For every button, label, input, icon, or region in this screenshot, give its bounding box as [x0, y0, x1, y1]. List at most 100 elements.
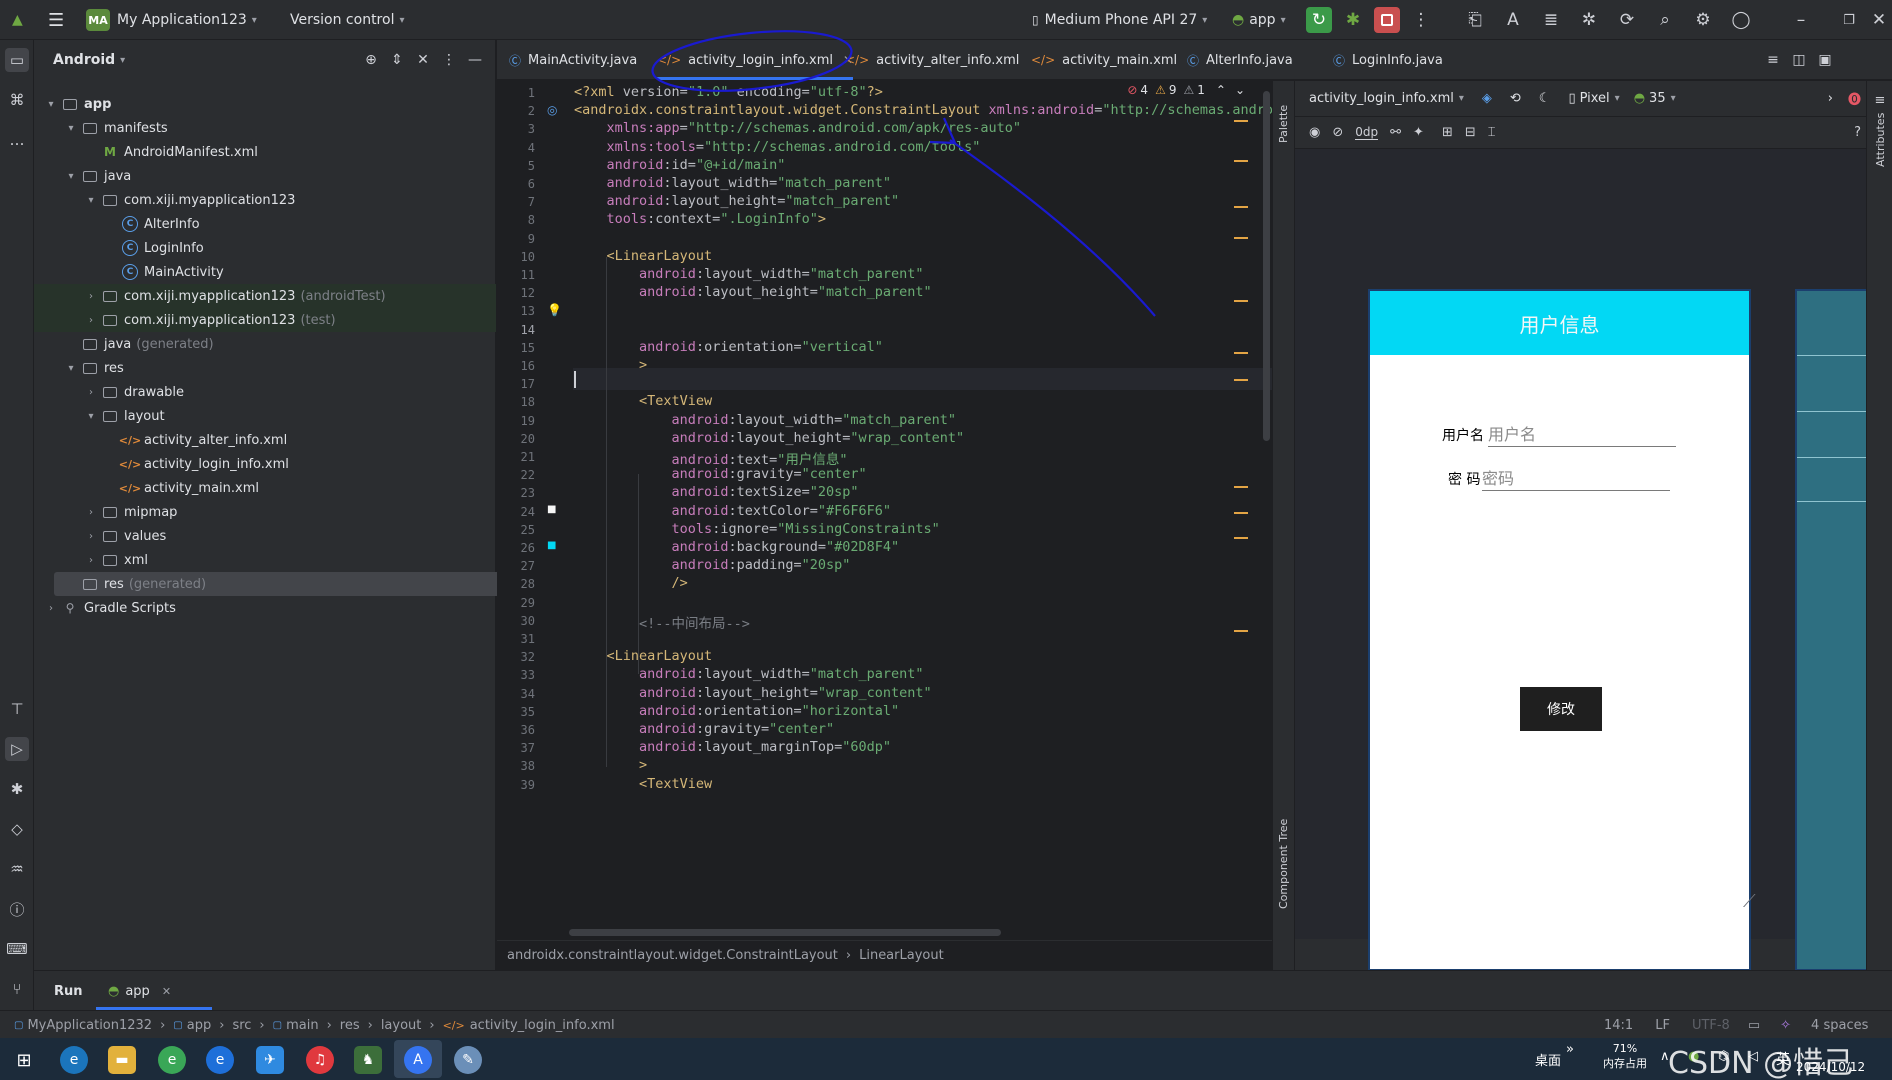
chevron-right-icon[interactable]: › — [84, 291, 98, 302]
tree-item[interactable]: </> activity_login_info.xml — [34, 452, 496, 476]
code-line[interactable]: <LinearLayout — [574, 248, 713, 264]
chevron-right-icon[interactable]: › — [1828, 91, 1833, 106]
desktop-toolbar[interactable]: 桌面 — [1535, 1050, 1561, 1069]
close-icon[interactable]: ✕ — [162, 985, 171, 998]
tree-item[interactable]: </> activity_alter_info.xml — [34, 428, 496, 452]
design-canvas[interactable]: 用户信息 用户名 用户名 密 码 密码 修改 ⟋ — [1295, 149, 1869, 1011]
file-encoding[interactable]: UTF-8 — [1692, 1018, 1730, 1033]
tree-item[interactable]: › mipmap — [34, 500, 496, 524]
status-path-item[interactable]: app — [187, 1018, 211, 1033]
git-icon[interactable]: ⑂ — [5, 977, 29, 1001]
resize-handle-icon[interactable]: ⟋ — [1743, 891, 1756, 912]
tree-item[interactable]: ▾ com.xiji.myapplication123 — [34, 188, 496, 212]
chevron-down-icon[interactable]: ▾ — [84, 411, 98, 422]
tree-item[interactable]: res (generated) — [54, 572, 504, 596]
split-view-icon[interactable]: ◫ — [1786, 47, 1812, 73]
tree-item[interactable]: › com.xiji.myapplication123 (androidTest) — [34, 284, 496, 308]
paint-app-icon[interactable]: ✎ — [454, 1046, 482, 1074]
preview-header[interactable]: 用户信息 — [1370, 291, 1749, 355]
blueprint-preview[interactable] — [1795, 289, 1869, 971]
preview-device-selector[interactable]: Pixel — [1580, 91, 1610, 106]
code-line[interactable]: android:layout_width="match_parent" — [574, 412, 957, 428]
tree-item[interactable]: › xml — [34, 548, 496, 572]
code-line[interactable]: <?xml version="1.0" encoding="utf-8"?> — [574, 84, 883, 100]
resource-manager-icon[interactable]: ⌘ — [5, 88, 29, 112]
tree-item[interactable]: C AlterInfo — [34, 212, 496, 236]
code-line[interactable]: android:textSize="20sp" — [574, 484, 859, 500]
preview-password-label[interactable]: 密 码 — [1448, 469, 1480, 489]
code-line[interactable]: android:gravity="center" — [574, 466, 867, 482]
color-swatch-icon[interactable]: ■ — [547, 540, 556, 551]
vertical-scrollbar[interactable] — [1263, 91, 1270, 441]
code-line[interactable]: tools:ignore="MissingConstraints" — [574, 521, 940, 537]
editor-tab[interactable]: </> activity_login_info.xml ✕ — [657, 40, 854, 80]
editor-tab[interactable]: Ⓒ AlterInfo.java — [1187, 40, 1293, 80]
warning-stripe[interactable] — [1234, 160, 1248, 162]
api-level-selector[interactable]: 35 — [1649, 91, 1666, 106]
device-manager-icon[interactable]: ⎗ — [1462, 7, 1488, 33]
hide-panel-icon[interactable]: — — [462, 47, 488, 73]
intention-bulb-icon[interactable]: 💡 — [547, 303, 562, 317]
warning-stripe[interactable] — [1234, 206, 1248, 208]
night-mode-icon[interactable]: ☾ — [1539, 91, 1551, 106]
code-line[interactable]: android:text="用户信息" — [574, 448, 848, 468]
tree-item[interactable]: C LoginInfo — [34, 236, 496, 260]
ai-assistant-icon[interactable]: ✧ — [1780, 1018, 1791, 1033]
code-line[interactable]: <TextView — [574, 393, 712, 409]
project-view-selector[interactable]: Android ▾ — [53, 40, 125, 80]
warning-stripe[interactable] — [1234, 512, 1248, 514]
layers-icon[interactable]: ◈ — [1482, 91, 1492, 106]
layout-marker-icon[interactable]: ◎ — [547, 103, 557, 117]
debug-tool-icon[interactable]: ✱ — [5, 777, 29, 801]
options-icon[interactable]: ⋮ — [436, 47, 462, 73]
status-path-item[interactable]: layout — [381, 1018, 422, 1033]
vcs-menu[interactable]: Version control ▾ — [290, 0, 405, 40]
code-line[interactable]: <TextView — [574, 776, 712, 792]
indent-setting[interactable]: 4 spaces — [1811, 1018, 1868, 1033]
color-swatch-icon[interactable]: ■ — [547, 504, 556, 515]
tree-item[interactable]: M AndroidManifest.xml — [34, 140, 496, 164]
file-explorer-icon[interactable]: ▬ — [108, 1046, 136, 1074]
code-line[interactable]: android:layout_height="wrap_content" — [574, 685, 932, 701]
netease-music-icon[interactable]: ♫ — [306, 1046, 334, 1074]
warning-stripe[interactable] — [1234, 300, 1248, 302]
chevron-up-icon[interactable]: ⌃ — [1216, 83, 1226, 97]
status-path-item[interactable]: activity_login_info.xml — [470, 1018, 615, 1033]
chevron-right-icon[interactable]: › — [84, 507, 98, 518]
chevron-down-icon[interactable]: ▾ — [64, 123, 78, 134]
android-studio-icon[interactable]: A — [404, 1046, 432, 1074]
warning-stripe[interactable] — [1234, 537, 1248, 539]
editor-tab[interactable]: </> activity_alter_info.xml — [845, 40, 1019, 80]
code-line[interactable]: android:padding="20sp" — [574, 557, 851, 573]
code-line[interactable]: android:layout_width="match_parent" — [574, 666, 924, 682]
terminal-icon[interactable]: ⌨ — [5, 937, 29, 961]
gear-icon[interactable]: ⚙ — [1690, 7, 1716, 33]
tree-item[interactable]: </> activity_main.xml — [34, 476, 496, 500]
code-line[interactable]: android:orientation="horizontal" — [574, 703, 899, 719]
account-icon[interactable]: ◯ — [1728, 7, 1754, 33]
tree-item[interactable]: ▾ java — [34, 164, 496, 188]
problems-icon[interactable]: ⓘ — [5, 897, 29, 921]
breadcrumb-item[interactable]: androidx.constraintlayout.widget.Constra… — [507, 948, 838, 963]
default-margin-selector[interactable]: 0dp — [1355, 125, 1379, 140]
editor-tab[interactable]: Ⓒ MainActivity.java — [509, 40, 637, 80]
run-config-selector[interactable]: ◓ app ▾ — [1232, 0, 1286, 40]
status-path-item[interactable]: src — [232, 1018, 251, 1033]
locate-icon[interactable]: ⊕ — [358, 47, 384, 73]
status-path-item[interactable]: MyApplication1232 — [27, 1018, 152, 1033]
sync-icon[interactable]: ≣ — [1538, 7, 1564, 33]
tree-item[interactable]: › values — [34, 524, 496, 548]
chevron-right-icon[interactable]: » — [1566, 1042, 1574, 1057]
maximize-icon[interactable]: ❐ — [1836, 7, 1862, 33]
pack-icon[interactable]: ⊞ — [1442, 125, 1453, 140]
tree-item[interactable]: › com.xiji.myapplication123 (test) — [34, 308, 496, 332]
help-icon[interactable]: ? — [1854, 125, 1861, 140]
memory-usage[interactable]: 71% 内存占用 — [1600, 1042, 1650, 1071]
code-line[interactable]: <androidx.constraintlayout.widget.Constr… — [574, 102, 1272, 118]
magnet-off-icon[interactable]: ⊘ — [1332, 125, 1343, 140]
build-icon[interactable]: ⊤ — [5, 697, 29, 721]
chevron-down-icon[interactable]: ▾ — [64, 363, 78, 374]
attributes-tab[interactable]: Attributes — [1874, 113, 1887, 167]
tree-item[interactable]: java (generated) — [34, 332, 496, 356]
tree-item[interactable]: › drawable — [34, 380, 496, 404]
